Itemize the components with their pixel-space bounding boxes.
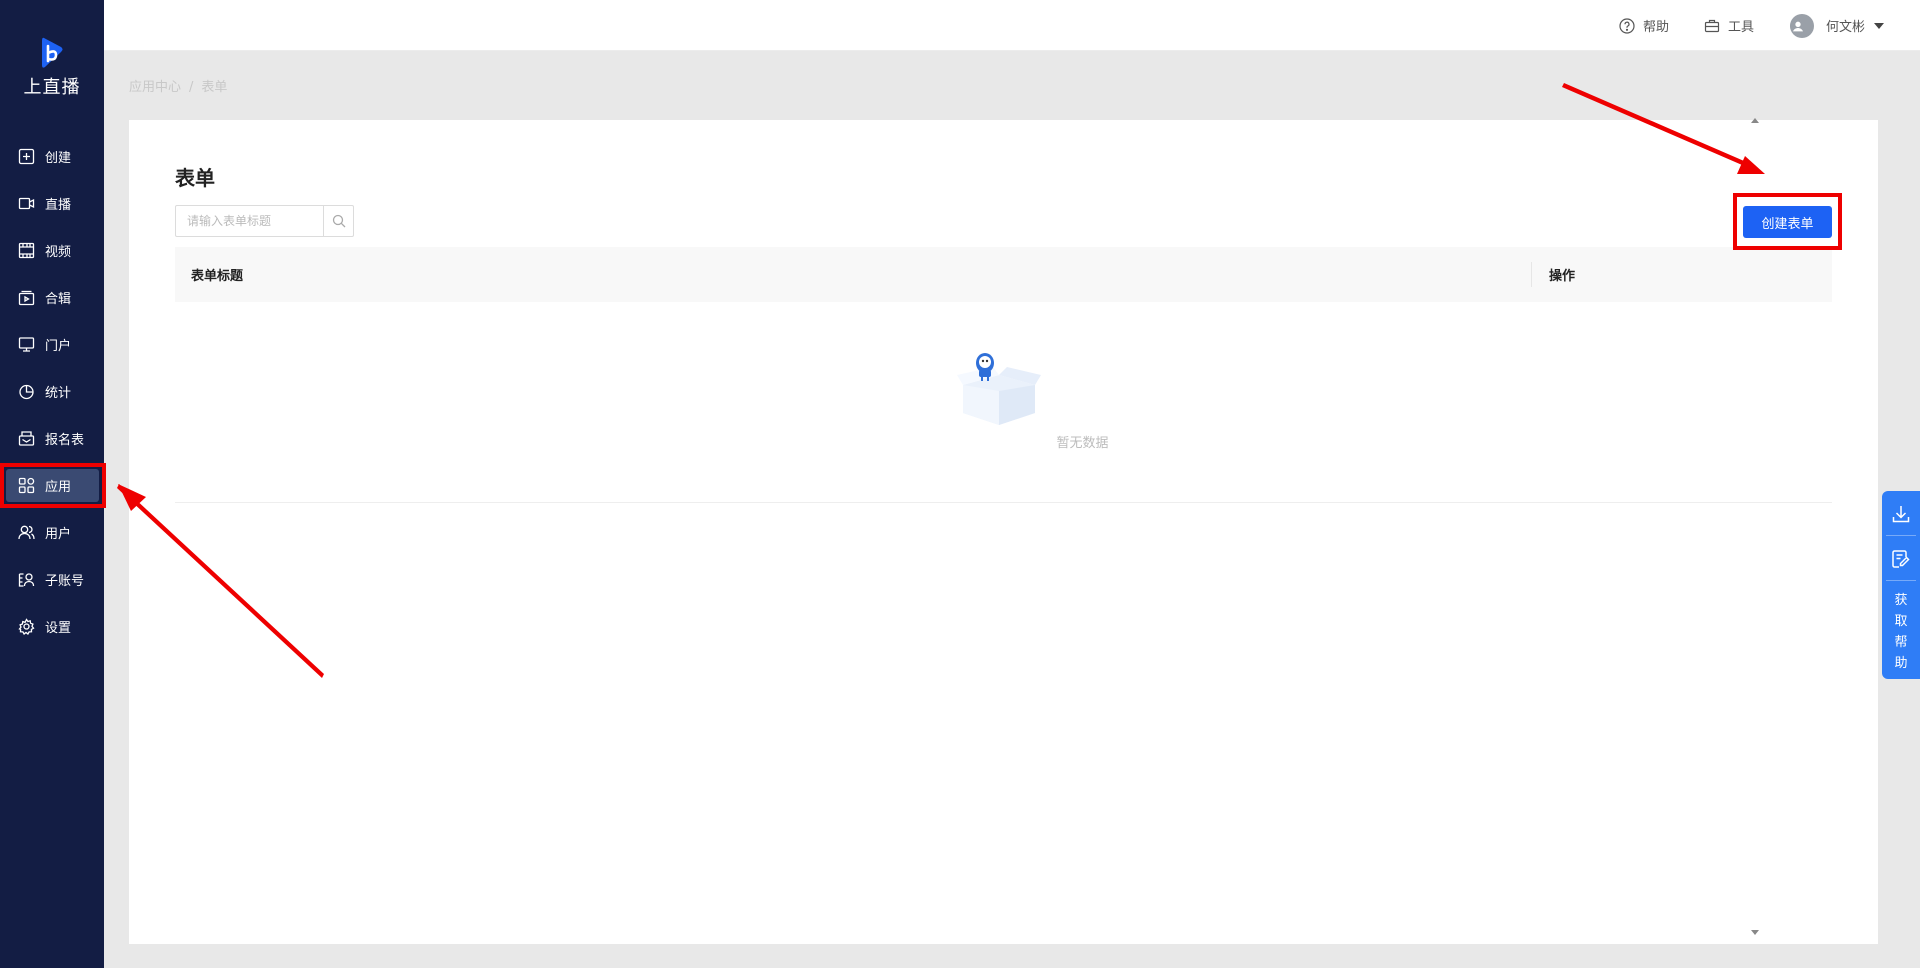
brand-logo-icon (42, 37, 63, 68)
sidebar-item-label: 创建 (45, 151, 72, 166)
chevron-down-icon (1874, 22, 1885, 29)
sidebar-item-label: 子账号 (45, 574, 85, 589)
content-panel: 表单 创建表单 表单标题 操作 (129, 120, 1878, 944)
sidebar-item-create[interactable]: 创建 (0, 133, 104, 180)
video-camera-icon (18, 195, 35, 212)
brand-name: 上直播 (23, 77, 81, 98)
sidebar-item-live[interactable]: 直播 (0, 180, 104, 227)
feedback-button[interactable] (1882, 549, 1920, 569)
sub-account-icon (18, 571, 35, 588)
pie-chart-icon (18, 383, 35, 400)
column-divider (1531, 262, 1532, 287)
sidebar-nav: 创建 直播 视频 合辑 门户 统计 报名表 应用 用户 子账号 设置 (0, 133, 104, 650)
help-label: 帮助 (1643, 20, 1670, 35)
floating-toolbar: 获 取 帮 助 (1882, 491, 1920, 679)
sidebar-item-label: 合辑 (45, 292, 72, 307)
scroll-down-arrow[interactable] (1751, 930, 1759, 935)
float-divider (1886, 535, 1916, 536)
download-button[interactable] (1882, 504, 1920, 524)
user-name: 何文彬 (1826, 20, 1866, 35)
empty-box-icon (957, 353, 1041, 425)
users-icon (18, 524, 35, 541)
column-header-actions: 操作 (1549, 269, 1576, 284)
film-icon (18, 242, 35, 259)
sidebar-item-stats[interactable]: 统计 (0, 368, 104, 415)
breadcrumb-current: 表单 (201, 80, 228, 95)
help-char: 助 (1894, 656, 1908, 671)
tools-link[interactable]: 工具 (1704, 0, 1754, 51)
top-header: 帮助 工具 何文彬 (104, 0, 1920, 51)
edit-note-icon (1892, 550, 1910, 568)
sidebar-item-label: 报名表 (45, 433, 85, 448)
user-avatar-icon (1790, 17, 1806, 34)
empty-state: 暂无数据 (175, 302, 1832, 503)
avatar (1790, 13, 1814, 38)
sidebar-item-settings[interactable]: 设置 (0, 603, 104, 650)
gear-icon (18, 618, 35, 635)
scroll-up-arrow[interactable] (1751, 118, 1759, 123)
breadcrumb: 应用中心 / 表单 (129, 76, 227, 95)
form-table: 表单标题 操作 暂无数据 (175, 247, 1832, 503)
collection-icon (18, 289, 35, 306)
sidebar-item-video[interactable]: 视频 (0, 227, 104, 274)
tools-label: 工具 (1728, 20, 1755, 35)
get-help-button[interactable]: 获 取 帮 助 (1882, 590, 1920, 674)
logo[interactable]: 上直播 (0, 36, 104, 99)
column-header-title: 表单标题 (191, 269, 244, 284)
search-button[interactable] (323, 206, 353, 236)
sidebar-item-registration[interactable]: 报名表 (0, 415, 104, 462)
sidebar-item-sub-accounts[interactable]: 子账号 (0, 556, 104, 603)
plus-square-icon (18, 148, 35, 165)
breadcrumb-separator: / (189, 80, 194, 95)
user-menu[interactable]: 何文彬 (1790, 0, 1885, 51)
sidebar-item-label: 视频 (45, 245, 72, 260)
question-circle-icon (1619, 17, 1635, 34)
help-link[interactable]: 帮助 (1619, 0, 1669, 51)
sidebar-item-users[interactable]: 用户 (0, 509, 104, 556)
help-char: 帮 (1894, 635, 1908, 650)
form-icon (18, 430, 35, 447)
search-input[interactable] (176, 206, 323, 236)
sidebar-item-portal[interactable]: 门户 (0, 321, 104, 368)
help-char: 获 (1894, 593, 1908, 608)
help-char: 取 (1894, 614, 1908, 629)
page-title: 表单 (175, 166, 215, 190)
table-header: 表单标题 操作 (175, 247, 1832, 302)
search-box (175, 205, 354, 237)
sidebar-item-collection[interactable]: 合辑 (0, 274, 104, 321)
highlight-box-apps (0, 463, 106, 508)
monitor-icon (18, 336, 35, 353)
sidebar-item-label: 统计 (45, 386, 72, 401)
empty-text: 暂无数据 (1056, 436, 1109, 451)
highlight-box-create (1733, 193, 1842, 250)
toolbox-icon (1704, 19, 1720, 32)
sidebar-item-label: 用户 (45, 527, 72, 542)
search-icon (332, 214, 345, 228)
sidebar-item-label: 直播 (45, 198, 72, 213)
sidebar-item-label: 门户 (45, 339, 72, 354)
float-divider (1886, 580, 1916, 581)
sidebar-item-label: 设置 (45, 621, 72, 636)
breadcrumb-parent[interactable]: 应用中心 (129, 80, 181, 95)
download-icon (1892, 506, 1910, 523)
